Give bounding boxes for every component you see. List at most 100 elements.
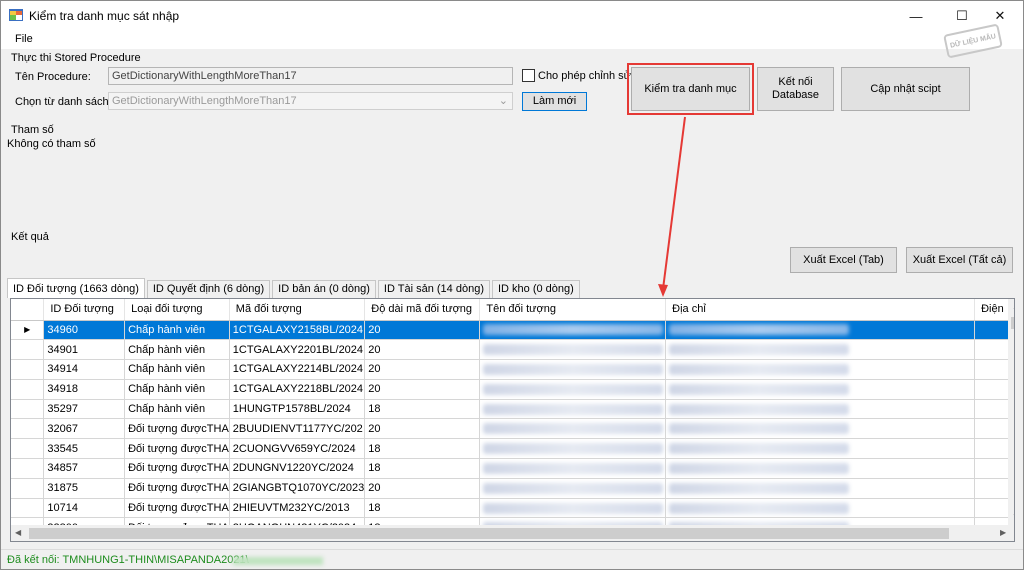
- cell-address[interactable]: [665, 418, 976, 440]
- column-header[interactable]: Độ dài mã đối tượng: [364, 299, 481, 321]
- cell-address[interactable]: [665, 498, 976, 519]
- table-row[interactable]: 31875 Đối tượng đượcTHA 2GIANGBTQ1070YC/20…: [11, 478, 1014, 499]
- vertical-scroll-thumb[interactable]: [1011, 317, 1014, 329]
- row-header[interactable]: [11, 418, 45, 440]
- cell-length[interactable]: 18: [364, 438, 481, 460]
- tab-id-quyet-dinh[interactable]: ID Quyết định (6 dòng): [146, 280, 271, 298]
- table-row[interactable]: 35297 Chấp hành viên 1HUNGTP1578BL/2024 18: [11, 399, 1014, 420]
- cell-type[interactable]: Đối tượng đượcTHA: [124, 438, 230, 460]
- cell-type[interactable]: Chấp hành viên: [124, 339, 230, 361]
- cell-address[interactable]: [665, 320, 976, 341]
- cell-id[interactable]: 34901: [43, 339, 126, 361]
- cell-length[interactable]: 20: [364, 320, 481, 341]
- cell-type[interactable]: Chấp hành viên: [124, 399, 230, 420]
- cell-type[interactable]: Đối tượng đượcTHA: [124, 458, 230, 479]
- cell-id[interactable]: 34960: [43, 320, 126, 341]
- table-row[interactable]: 34857 Đối tượng đượcTHA 2DUNGNV1220YC/2024…: [11, 458, 1014, 479]
- cell-code[interactable]: 2CUONGVV659YC/2024: [229, 438, 366, 460]
- cell-code[interactable]: 1CTGALAXY2201BL/2024: [229, 339, 366, 361]
- table-row[interactable]: ▶ 34960 Chấp hành viên 1CTGALAXY2158BL/2024…: [11, 320, 1014, 341]
- minimize-button[interactable]: —: [893, 1, 939, 31]
- cell-type[interactable]: Chấp hành viên: [124, 359, 230, 380]
- cell-length[interactable]: 20: [364, 478, 481, 499]
- column-header[interactable]: Địa chỉ: [665, 299, 976, 321]
- update-script-button[interactable]: Cập nhật scipt: [841, 67, 970, 111]
- cell-length[interactable]: 18: [364, 458, 481, 479]
- cell-address[interactable]: [665, 458, 976, 479]
- scroll-down-icon[interactable]: ▼: [1012, 512, 1014, 521]
- row-header[interactable]: [11, 458, 45, 479]
- cell-type[interactable]: Đối tượng đượcTHA: [124, 418, 230, 440]
- cell-address[interactable]: [665, 379, 976, 400]
- cell-length[interactable]: 20: [364, 379, 481, 400]
- cell-length[interactable]: 18: [364, 399, 481, 420]
- cell-id[interactable]: 31875: [43, 478, 126, 499]
- row-header[interactable]: [11, 498, 45, 519]
- cell-type[interactable]: Đối tượng đượcTHA: [124, 498, 230, 519]
- cell-code[interactable]: 1HUNGTP1578BL/2024: [229, 399, 366, 420]
- horizontal-scroll-thumb[interactable]: [29, 528, 949, 539]
- menu-file[interactable]: File: [15, 33, 33, 45]
- results-grid[interactable]: ID Đối tượng Loại đối tượng Mã đối tượng…: [10, 298, 1015, 542]
- row-header[interactable]: [11, 438, 45, 460]
- scroll-left-icon[interactable]: ◀: [15, 528, 21, 537]
- cell-name[interactable]: [479, 379, 667, 400]
- cell-name[interactable]: [479, 399, 667, 420]
- row-header[interactable]: [11, 399, 45, 420]
- cell-address[interactable]: [665, 359, 976, 380]
- procedure-select[interactable]: GetDictionaryWithLengthMoreThan17 ⌄: [108, 92, 513, 110]
- cell-id[interactable]: 32067: [43, 418, 126, 440]
- cell-type[interactable]: Chấp hành viên: [124, 320, 230, 341]
- table-row[interactable]: 10714 Đối tượng đượcTHA 2HIEUVTM232YC/2013…: [11, 498, 1014, 519]
- table-row[interactable]: 34918 Chấp hành viên 1CTGALAXY2218BL/2024 2…: [11, 379, 1014, 400]
- tab-id-tai-san[interactable]: ID Tài sản (14 dòng): [377, 280, 490, 298]
- connect-database-button[interactable]: Kết nối Database: [757, 67, 834, 111]
- column-header[interactable]: Tên đối tượng: [479, 299, 667, 321]
- cell-name[interactable]: [479, 418, 667, 440]
- tab-id-ban-an[interactable]: ID bản án (0 dòng): [272, 280, 376, 298]
- allow-edit-checkbox[interactable]: [522, 69, 535, 82]
- cell-name[interactable]: [479, 458, 667, 479]
- column-header[interactable]: Loại đối tượng: [124, 299, 230, 321]
- cell-id[interactable]: 34857: [43, 458, 126, 479]
- cell-id[interactable]: 10714: [43, 498, 126, 519]
- cell-name[interactable]: [479, 498, 667, 519]
- row-header[interactable]: [11, 379, 45, 400]
- row-header[interactable]: [11, 339, 45, 361]
- table-row[interactable]: 32067 Đối tượng đượcTHA 2BUUDIENVT1177YC/2…: [11, 418, 1014, 440]
- cell-type[interactable]: Chấp hành viên: [124, 379, 230, 400]
- cell-length[interactable]: 20: [364, 418, 481, 440]
- cell-name[interactable]: [479, 320, 667, 341]
- cell-name[interactable]: [479, 438, 667, 460]
- cell-id[interactable]: 34914: [43, 359, 126, 380]
- cell-code[interactable]: 2HIEUVTM232YC/2013: [229, 498, 366, 519]
- cell-code[interactable]: 2GIANGBTQ1070YC/2023: [229, 478, 366, 499]
- cell-length[interactable]: 20: [364, 359, 481, 380]
- cell-id[interactable]: 34918: [43, 379, 126, 400]
- cell-code[interactable]: 2BUUDIENVT1177YC/202: [229, 418, 366, 440]
- cell-address[interactable]: [665, 478, 976, 499]
- column-header[interactable]: Mã đối tượng: [229, 299, 366, 321]
- vertical-scrollbar[interactable]: ▲ ▼: [1008, 299, 1014, 525]
- cell-name[interactable]: [479, 339, 667, 361]
- table-row[interactable]: 34901 Chấp hành viên 1CTGALAXY2201BL/2024 2…: [11, 339, 1014, 361]
- export-excel-all-button[interactable]: Xuất Excel (Tất cả): [906, 247, 1013, 273]
- refresh-button[interactable]: Làm mới: [522, 92, 587, 111]
- row-header[interactable]: [11, 359, 45, 380]
- cell-code[interactable]: 1CTGALAXY2158BL/2024: [229, 320, 366, 341]
- cell-length[interactable]: 18: [364, 498, 481, 519]
- cell-code[interactable]: 1CTGALAXY2214BL/2024: [229, 359, 366, 380]
- row-header[interactable]: ▶: [11, 320, 45, 341]
- table-row[interactable]: 33545 Đối tượng đượcTHA 2CUONGVV659YC/2024…: [11, 438, 1014, 460]
- cell-address[interactable]: [665, 399, 976, 420]
- cell-type[interactable]: Đối tượng đượcTHA: [124, 478, 230, 499]
- scroll-up-icon[interactable]: ▲: [1012, 302, 1014, 311]
- cell-length[interactable]: 20: [364, 339, 481, 361]
- table-row[interactable]: 34914 Chấp hành viên 1CTGALAXY2214BL/2024 2…: [11, 359, 1014, 380]
- tab-id-kho[interactable]: ID kho (0 dòng): [491, 280, 580, 298]
- export-excel-tab-button[interactable]: Xuất Excel (Tab): [790, 247, 897, 273]
- tab-id-doi-tuong[interactable]: ID Đối tượng (1663 dòng): [7, 278, 145, 298]
- cell-id[interactable]: 35297: [43, 399, 126, 420]
- column-header[interactable]: ID Đối tượng: [43, 299, 126, 321]
- cell-id[interactable]: 33545: [43, 438, 126, 460]
